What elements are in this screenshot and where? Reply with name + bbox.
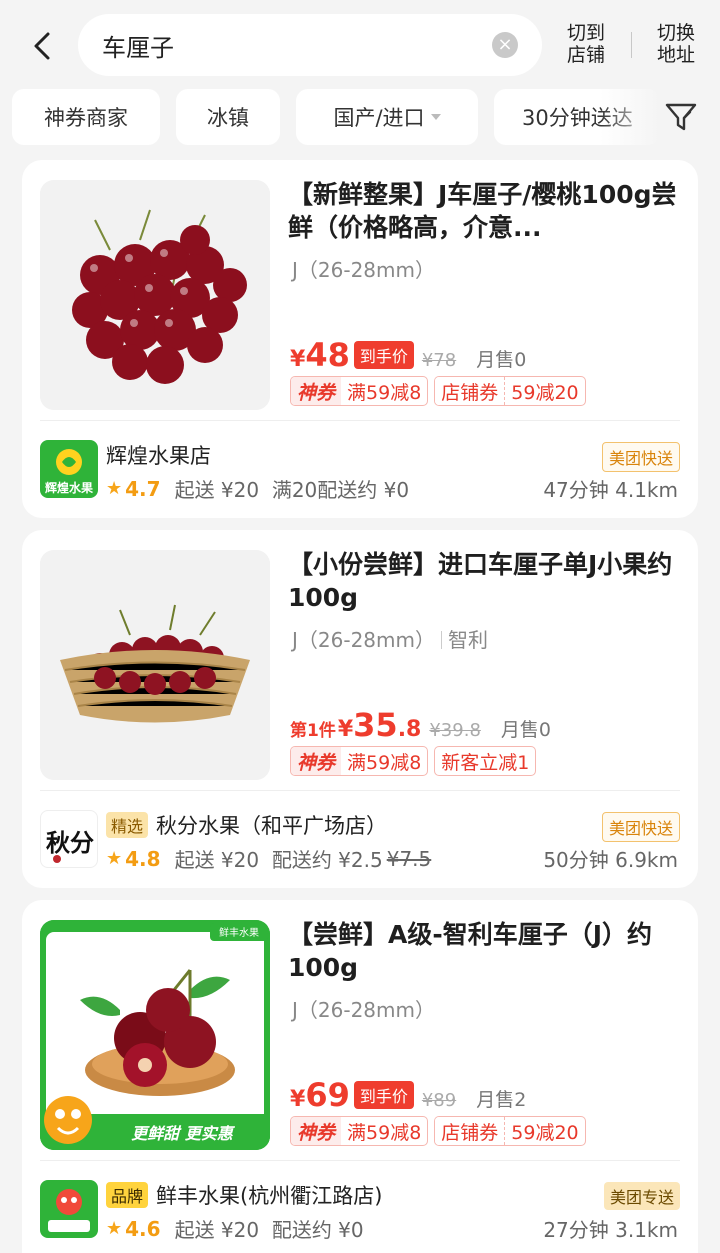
- god-coupon[interactable]: 神券 满59减8: [290, 746, 429, 776]
- coupon-row: 神券 满59减8 店铺券 59减20: [290, 1116, 586, 1146]
- delivery-badge: 美团快送: [601, 812, 680, 842]
- time-distance: 47分钟 4.1km: [543, 478, 678, 502]
- shop-meta: ★ 4.6 起送 ¥20 配送约 ¥0: [106, 1216, 364, 1243]
- final-price-tag: 到手价: [353, 341, 414, 369]
- price-row: 第1件 ¥ 35 .8 ¥39.8 月售0: [290, 706, 551, 744]
- god-coupon[interactable]: 神券 满59减8: [290, 376, 429, 406]
- product-title[interactable]: 【小份尝鲜】进口车厘子单J小果约100g: [288, 548, 678, 614]
- top-bar: × 切到 店铺 切换 地址: [0, 0, 720, 88]
- product-spec: J（26-28mm）: [292, 998, 435, 1022]
- featured-badge: 精选: [106, 812, 149, 838]
- clear-icon[interactable]: ×: [492, 32, 518, 58]
- svg-text:秋分: 秋分: [46, 828, 94, 857]
- final-price-tag: 到手价: [353, 1081, 414, 1109]
- shop-logo[interactable]: 秋分: [40, 810, 98, 868]
- time-distance: 50分钟 6.9km: [543, 848, 678, 872]
- back-button[interactable]: [24, 24, 60, 68]
- shop-name[interactable]: 品牌 鲜丰水果(杭州衢江路店): [106, 1180, 382, 1210]
- header-divider: [631, 32, 632, 58]
- product-title[interactable]: 【新鲜整果】J车厘子/樱桃100g尝鲜（价格略高，介意...: [288, 178, 678, 244]
- origin-country: 智利: [447, 628, 488, 652]
- coupon-row: 神券 满59减8 店铺券 59减20: [290, 376, 586, 406]
- filter-chip-coupon-merchant[interactable]: 神券商家: [12, 89, 160, 145]
- product-card[interactable]: 【新鲜整果】J车厘子/樱桃100g尝鲜（价格略高，介意... J（26-28mm…: [22, 160, 698, 518]
- store-coupon[interactable]: 店铺券 59减20: [434, 1116, 586, 1146]
- original-price: ¥39.8: [429, 720, 481, 741]
- back-arrow-icon: [34, 32, 50, 60]
- monthly-sales: 月售0: [500, 719, 551, 741]
- monthly-sales: 月售2: [476, 1089, 527, 1111]
- chevron-down-icon: [430, 114, 441, 120]
- svg-text:辉煌水果: 辉煌水果: [45, 480, 93, 495]
- product-spec: J（26-28mm） 智利: [292, 628, 488, 652]
- shop-logo[interactable]: [40, 1180, 98, 1238]
- product-image[interactable]: [40, 550, 270, 780]
- svg-text:更鲜甜 更实惠: 更鲜甜 更实惠: [131, 1124, 236, 1143]
- shop-meta: ★ 4.8 起送 ¥20 配送约 ¥2.5 ¥7.5: [106, 846, 432, 873]
- svg-text:鲜丰水果: 鲜丰水果: [219, 926, 259, 939]
- price-row: ¥ 69 到手价 ¥89 月售2: [290, 1076, 527, 1114]
- product-title[interactable]: 【尝鲜】A级-智利车厘子（J）约100g: [288, 918, 678, 984]
- product-image[interactable]: [40, 180, 270, 410]
- cherries-plate-image: 鲜丰水果 更鲜甜 更实惠: [40, 920, 270, 1150]
- coupon-row: 神券 满59减8 新客立减1: [290, 746, 537, 776]
- time-distance: 27分钟 3.1km: [543, 1218, 678, 1242]
- filter-bar: 神券商家 冰镇 国产/进口 30分钟送达: [0, 88, 720, 148]
- product-card[interactable]: 【小份尝鲜】进口车厘子单J小果约100g J（26-28mm） 智利 第1件 ¥ …: [22, 530, 698, 888]
- shop-name[interactable]: 精选 秋分水果（和平广场店）: [106, 810, 387, 840]
- delivery-badge: 美团快送: [601, 442, 680, 472]
- search-box[interactable]: ×: [78, 14, 542, 76]
- cherries-image: [40, 180, 270, 410]
- product-image[interactable]: 鲜丰水果 更鲜甜 更实惠: [40, 920, 270, 1150]
- shop-name[interactable]: 辉煌水果店: [106, 440, 211, 470]
- price-row: ¥ 48 到手价 ¥78 月售0: [290, 336, 527, 374]
- filter-chip-origin[interactable]: 国产/进口: [296, 89, 478, 145]
- monthly-sales: 月售0: [476, 349, 527, 371]
- original-price: ¥78: [421, 350, 457, 371]
- shop-logo[interactable]: 辉煌水果: [40, 440, 98, 498]
- search-input[interactable]: [102, 24, 482, 66]
- switch-address-button[interactable]: 切换 地址: [646, 22, 706, 66]
- filter-funnel-icon[interactable]: [664, 100, 698, 134]
- product-spec: J（26-28mm）: [292, 258, 435, 282]
- original-price: ¥89: [421, 1090, 457, 1111]
- cherry-basket-image: [40, 550, 270, 780]
- switch-store-button[interactable]: 切到 店铺: [556, 22, 616, 66]
- star-icon: ★: [106, 848, 123, 869]
- shop-meta: ★ 4.7 起送 ¥20 满20配送约 ¥0: [106, 476, 410, 503]
- product-card[interactable]: 鲜丰水果 更鲜甜 更实惠 【尝鲜】A级-智利车厘子（J）约100g J（26-2…: [22, 900, 698, 1253]
- god-coupon[interactable]: 神券 满59减8: [290, 1116, 429, 1146]
- star-icon: ★: [106, 1218, 123, 1239]
- store-coupon[interactable]: 店铺券 59减20: [434, 376, 586, 406]
- new-customer-coupon[interactable]: 新客立减1: [434, 746, 537, 776]
- brand-badge: 品牌: [106, 1182, 149, 1208]
- delivery-badge: 美团专送: [603, 1182, 680, 1210]
- star-icon: ★: [106, 478, 123, 499]
- filter-chip-chilled[interactable]: 冰镇: [176, 89, 280, 145]
